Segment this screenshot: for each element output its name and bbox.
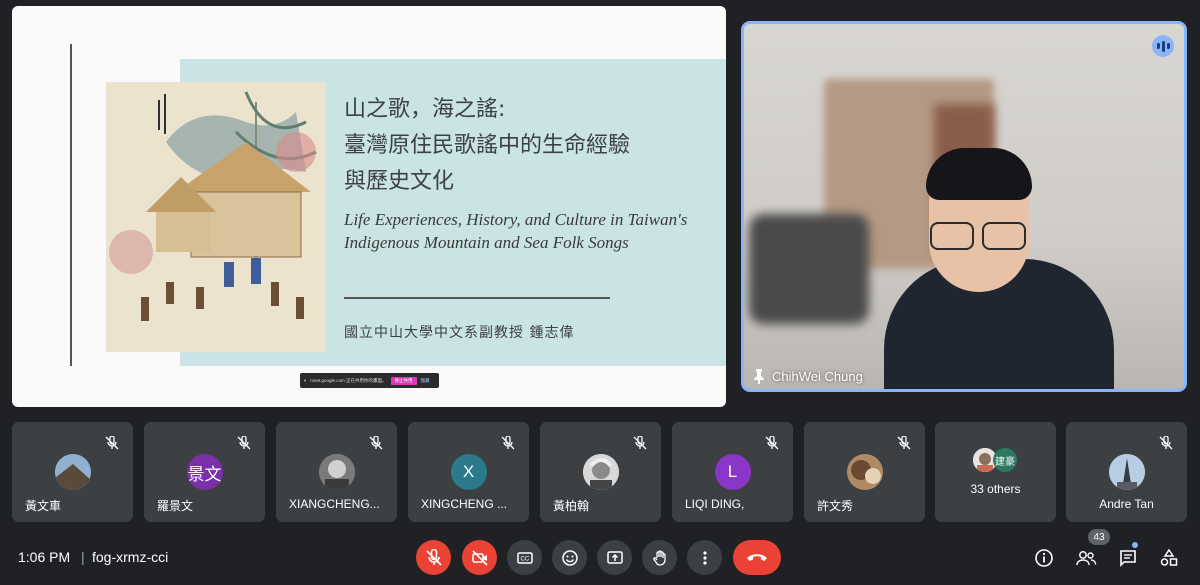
- mic-off-icon: [237, 436, 251, 450]
- participant-avatar: [54, 454, 91, 490]
- pause-icon: ⏸: [304, 378, 307, 383]
- microphone-toggle-button[interactable]: [416, 540, 451, 575]
- pin-icon[interactable]: [752, 368, 766, 384]
- meeting-details-button[interactable]: [1031, 545, 1057, 571]
- slide-subtitle: Life Experiences, History, and Culture i…: [344, 210, 688, 252]
- slide-author: 國立中山大學中文系副教授 鍾志偉: [344, 325, 575, 341]
- participant-tile[interactable]: X XINGCHENG ...: [408, 422, 529, 522]
- present-icon: [606, 550, 623, 564]
- speaker-name-label: ChihWei Chung: [752, 368, 863, 384]
- reactions-button[interactable]: [552, 540, 587, 575]
- chat-icon: [1120, 550, 1136, 567]
- chat-notification-dot: [1132, 542, 1138, 548]
- stop-sharing-button[interactable]: 停止共用: [390, 376, 417, 385]
- mic-off-icon: [425, 548, 442, 566]
- participant-avatar: 景文: [186, 454, 223, 490]
- screen-share-notice: ⏸ meet.google.com 正在共用你的畫面。 停止共用 隱藏: [300, 373, 439, 388]
- participant-name: 黃柏翰: [553, 499, 590, 513]
- raise-hand-icon: [652, 549, 666, 566]
- participant-avatar: X: [450, 454, 487, 490]
- toolbar-separator: |: [81, 549, 85, 565]
- speaker-tile[interactable]: ChihWei Chung: [741, 21, 1187, 392]
- info-icon: [1035, 549, 1053, 567]
- participant-tile[interactable]: L LIQI DING,: [672, 422, 793, 522]
- people-button[interactable]: [1073, 545, 1099, 571]
- others-count-label: 33 others: [970, 482, 1021, 496]
- participant-name: XIANGCHENG...: [289, 497, 380, 511]
- others-avatar-initials: 建豪: [993, 448, 1017, 472]
- participant-tile[interactable]: XIANGCHENG...: [276, 422, 397, 522]
- participant-name: Andre Tan: [1099, 497, 1154, 511]
- video-chair: [749, 214, 869, 324]
- participant-avatar: [582, 454, 619, 490]
- participant-tile[interactable]: 黃文車: [12, 422, 133, 522]
- participant-tile[interactable]: 景文 羅景文: [144, 422, 265, 522]
- participant-name: XINGCHENG ...: [421, 497, 508, 511]
- slide-divider: [344, 297, 610, 299]
- more-options-icon: [702, 550, 707, 565]
- others-tile[interactable]: 建豪 33 others: [935, 422, 1056, 522]
- people-icon: [1076, 551, 1097, 566]
- participant-avatar: [1108, 454, 1145, 490]
- participant-tile[interactable]: 許文秀: [804, 422, 925, 522]
- speaker-name: ChihWei Chung: [772, 368, 863, 384]
- participant-name: 羅景文: [157, 499, 194, 513]
- present-now-button[interactable]: [597, 540, 632, 575]
- slide-painting-image: [106, 82, 326, 352]
- slide-vertical-line: [70, 44, 72, 366]
- participant-name: 許文秀: [817, 499, 854, 513]
- participant-name: 黃文車: [25, 499, 62, 513]
- meeting-time: 1:06 PM: [18, 549, 71, 565]
- video-person-hair: [926, 148, 1032, 200]
- mic-off-icon: [105, 436, 119, 450]
- slide-title-line: 與歷史文化: [344, 169, 455, 194]
- leave-call-button[interactable]: [733, 540, 781, 575]
- mic-off-icon: [1159, 436, 1173, 450]
- slide-title: 山之歌，海之謠: 臺灣原住民歌謠中的生命經驗 與歷史文化: [344, 92, 714, 200]
- hide-notice-button[interactable]: 隱藏: [421, 378, 430, 384]
- meeting-code: fog-xrmz-cci: [92, 549, 169, 565]
- emoji-icon: [561, 549, 578, 566]
- camera-toggle-button[interactable]: [462, 540, 497, 575]
- slide-title-line: 臺灣原住民歌謠中的生命經驗: [344, 133, 631, 158]
- svg-text:CC: CC: [520, 556, 529, 562]
- bottom-toolbar: 1:06 PM | fog-xrmz-cci CC 43: [0, 529, 1200, 585]
- mic-off-icon: [369, 436, 383, 450]
- more-options-button[interactable]: [687, 540, 722, 575]
- mic-off-icon: [501, 436, 515, 450]
- chat-button[interactable]: [1115, 545, 1141, 571]
- captions-icon: CC: [516, 551, 533, 564]
- activities-button[interactable]: [1156, 545, 1182, 571]
- participant-avatar: [846, 454, 883, 490]
- participant-tile[interactable]: Andre Tan: [1066, 422, 1187, 522]
- participant-avatar: [318, 454, 355, 490]
- mic-off-icon: [897, 436, 911, 450]
- raise-hand-button[interactable]: [642, 540, 677, 575]
- shared-screen: 山之歌，海之謠: 臺灣原住民歌謠中的生命經驗 與歷史文化 Life Experi…: [12, 6, 726, 407]
- mic-off-icon: [633, 436, 647, 450]
- mic-off-icon: [765, 436, 779, 450]
- activities-icon: [1160, 548, 1178, 566]
- share-message: meet.google.com 正在共用你的畫面。: [310, 377, 387, 383]
- participant-count-badge: 43: [1088, 529, 1110, 545]
- participant-avatar: L: [714, 454, 751, 490]
- participant-tile[interactable]: 黃柏翰: [540, 422, 661, 522]
- participant-strip: 黃文車 景文 羅景文 XIANGCHENG... X XINGCHENG ...…: [12, 422, 1188, 522]
- captions-button[interactable]: CC: [507, 540, 542, 575]
- video-person-glasses: [930, 222, 1028, 252]
- camera-off-icon: [471, 549, 488, 566]
- hang-up-icon: [747, 553, 767, 561]
- audio-level-icon: [1152, 35, 1174, 57]
- participant-name: LIQI DING,: [685, 497, 745, 511]
- slide-title-line: 山之歌，海之謠:: [344, 97, 506, 122]
